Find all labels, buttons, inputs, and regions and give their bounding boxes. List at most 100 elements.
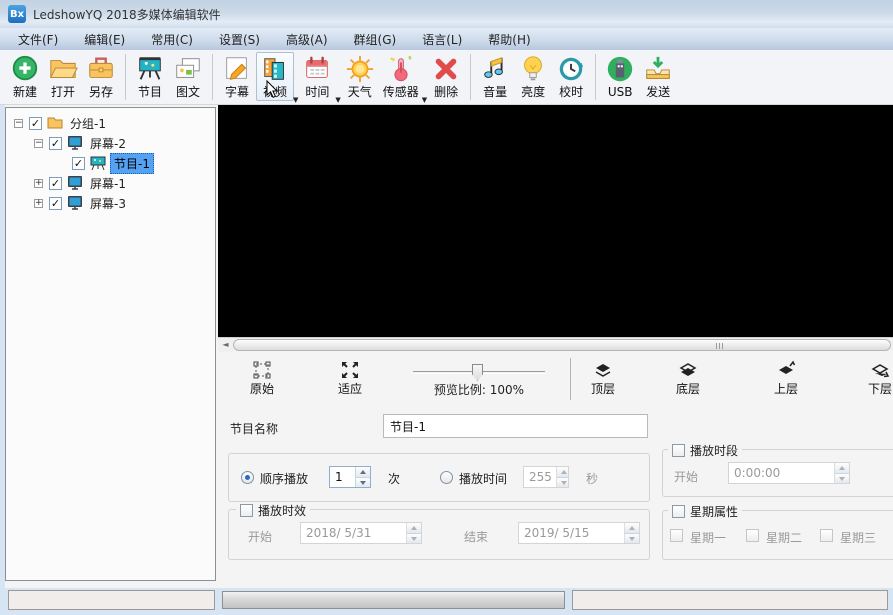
- checkbox-checked-icon[interactable]: ✓: [49, 177, 62, 190]
- collapse-icon[interactable]: −: [34, 139, 43, 148]
- sequence-count-spin-buttons[interactable]: [355, 467, 370, 487]
- scrollbar-thumb[interactable]: [233, 339, 891, 351]
- layer-up-button[interactable]: 上层: [756, 360, 816, 404]
- week-title: 星期属性: [668, 503, 742, 520]
- validity-start-date-spinner: 2018/ 5/31: [300, 522, 422, 544]
- new-button[interactable]: 新建: [6, 52, 44, 101]
- usb-button[interactable]: USB: [601, 52, 639, 101]
- sequence-count-spinner[interactable]: 1: [329, 466, 371, 488]
- play-period-checkbox[interactable]: [672, 444, 685, 457]
- menu-help[interactable]: 帮助(H): [488, 31, 530, 48]
- checkbox-checked-icon[interactable]: ✓: [29, 117, 42, 130]
- save-as-briefcase-icon: [86, 54, 116, 84]
- zoom-ratio-label: 预览比例: 100%: [408, 381, 550, 398]
- validity-end-spin-buttons: [624, 523, 639, 543]
- play-duration-value: 255: [524, 467, 556, 487]
- open-button[interactable]: 打开: [44, 52, 82, 101]
- sensor-button[interactable]: 传感器: [379, 52, 423, 101]
- save-as-button[interactable]: 另存: [82, 52, 120, 101]
- menu-advanced[interactable]: 高级(A): [286, 31, 328, 48]
- menu-edit[interactable]: 编辑(E): [84, 31, 125, 48]
- time-sync-button[interactable]: 校时: [552, 52, 590, 101]
- menu-common[interactable]: 常用(C): [151, 31, 193, 48]
- tree-item-program-1[interactable]: ✓ 节目-1: [72, 154, 154, 172]
- fit-button[interactable]: 适应: [320, 360, 380, 404]
- application-window: Bx LedshowYQ 2018多媒体编辑软件 文件(F) 编辑(E) 常用(…: [0, 0, 893, 615]
- program-button[interactable]: 节目: [131, 52, 169, 101]
- usb-icon: [605, 54, 635, 84]
- menu-settings[interactable]: 设置(S): [219, 31, 260, 48]
- new-plus-icon: [10, 54, 40, 84]
- program-name-input[interactable]: [383, 414, 648, 438]
- status-progress-bar: [222, 591, 565, 609]
- period-start-time-spinner: 0:00:00: [728, 462, 850, 484]
- time-dropdown-arrow-icon[interactable]: ▼: [335, 96, 340, 104]
- validity-checkbox[interactable]: [240, 504, 253, 517]
- open-folder-icon: [48, 54, 78, 84]
- original-size-button[interactable]: 原始: [232, 360, 292, 404]
- sequence-play-radio[interactable]: [241, 471, 254, 484]
- bottom-layer-icon: [678, 360, 698, 380]
- tree-item-screen-3[interactable]: + ✓ 屏幕-3: [34, 194, 129, 212]
- volume-notes-icon: [480, 54, 510, 84]
- zoom-slider-thumb[interactable]: [472, 364, 483, 381]
- wednesday-label: 星期三: [840, 529, 876, 546]
- tree-item-screen-1[interactable]: + ✓ 屏幕-1: [34, 174, 129, 192]
- preview-canvas[interactable]: [218, 105, 893, 337]
- menu-file[interactable]: 文件(F): [18, 31, 58, 48]
- time-button[interactable]: 时间: [298, 52, 336, 101]
- image-text-button[interactable]: 图文: [169, 52, 207, 101]
- week-checkbox[interactable]: [672, 505, 685, 518]
- menu-bar: 文件(F) 编辑(E) 常用(C) 设置(S) 高级(A) 群组(G) 语言(L…: [0, 28, 893, 50]
- status-panel-left: [8, 590, 215, 610]
- brightness-button[interactable]: 亮度: [514, 52, 552, 101]
- collapse-icon[interactable]: −: [14, 119, 23, 128]
- time-sync-clock-icon: [556, 54, 586, 84]
- control-separator: [570, 358, 571, 400]
- top-layer-button[interactable]: 顶层: [573, 360, 633, 404]
- period-start-time-value: 0:00:00: [729, 463, 834, 483]
- count-unit-label: 次: [388, 470, 400, 487]
- validity-title: 播放时效: [236, 502, 310, 519]
- checkbox-checked-icon[interactable]: ✓: [49, 137, 62, 150]
- layer-down-icon: [870, 360, 890, 380]
- bottom-layer-button[interactable]: 底层: [658, 360, 718, 404]
- scroll-left-arrow-icon[interactable]: ◄: [218, 338, 233, 352]
- play-duration-radio[interactable]: [440, 471, 453, 484]
- layer-down-button[interactable]: 下层: [850, 360, 893, 404]
- monday-checkbox: [670, 529, 683, 542]
- validity-end-label: 结束: [464, 528, 488, 545]
- sequence-count-value: 1: [330, 467, 355, 487]
- image-text-icon: [173, 54, 203, 84]
- play-period-title: 播放时段: [668, 442, 742, 459]
- tree-item-group-1[interactable]: − ✓ 分组-1: [14, 114, 109, 132]
- expand-icon[interactable]: +: [34, 199, 43, 208]
- validity-start-date-value: 2018/ 5/31: [301, 523, 406, 543]
- volume-button[interactable]: 音量: [476, 52, 514, 101]
- tree-item-screen-2[interactable]: − ✓ 屏幕-2: [34, 134, 129, 152]
- menu-language[interactable]: 语言(L): [422, 31, 462, 48]
- program-easel-icon: [135, 54, 165, 84]
- menu-group[interactable]: 群组(G): [354, 31, 397, 48]
- expand-icon[interactable]: +: [34, 179, 43, 188]
- screen-tree-panel: − ✓ 分组-1 − ✓ 屏幕-2 ✓ 节目-1 + ✓ 屏幕-1 + ✓ 屏幕…: [5, 107, 216, 581]
- toolbar-separator: [212, 54, 213, 100]
- fit-arrows-icon: [340, 360, 360, 380]
- monday-label: 星期一: [690, 529, 726, 546]
- validity-end-date-value: 2019/ 5/15: [519, 523, 624, 543]
- sensor-thermometer-icon: [386, 54, 416, 84]
- subtitle-button[interactable]: 字幕: [218, 52, 256, 101]
- checkbox-checked-icon[interactable]: ✓: [72, 157, 85, 170]
- validity-label: 播放时效: [258, 502, 306, 519]
- delete-button[interactable]: 删除: [427, 52, 465, 101]
- toolbar-separator: [595, 54, 596, 100]
- scrollbar-grip-icon: [716, 343, 724, 349]
- checkbox-checked-icon[interactable]: ✓: [49, 197, 62, 210]
- preview-horizontal-scrollbar[interactable]: ◄: [218, 337, 893, 351]
- send-button[interactable]: 发送: [639, 52, 677, 101]
- brightness-bulb-icon: [518, 54, 548, 84]
- weather-button[interactable]: 天气: [341, 52, 379, 101]
- tuesday-checkbox: [746, 529, 759, 542]
- send-tray-icon: [643, 54, 673, 84]
- mouse-cursor: [266, 80, 280, 100]
